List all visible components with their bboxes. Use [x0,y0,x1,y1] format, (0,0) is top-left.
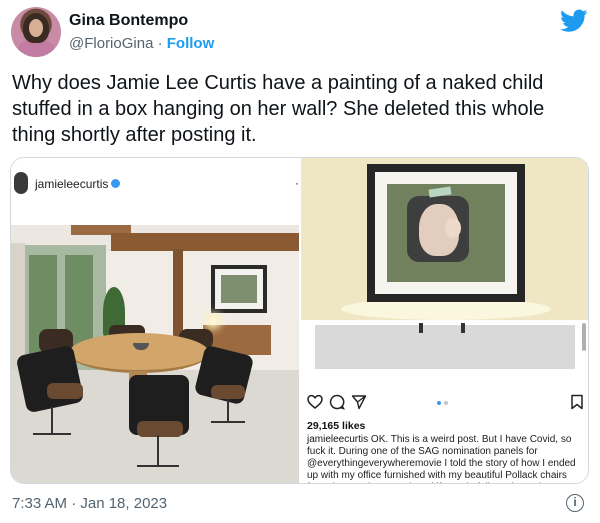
info-icon[interactable]: i [566,494,584,512]
carousel-dot [444,401,448,405]
chair-seat [47,383,83,399]
chair-leg [157,435,159,465]
media-left-image[interactable]: jamieleecurtis · [11,158,299,483]
chair-seat [137,421,183,437]
chair-foot [211,421,245,423]
ig-post-header: jamieleecurtis · [11,158,299,212]
lamp [209,317,217,325]
send-icon[interactable] [351,394,367,410]
chair-leg [51,407,53,433]
chair-foot [33,433,71,435]
heart-icon[interactable] [307,394,323,410]
scrollbar[interactable] [582,323,586,351]
tweet-timestamp[interactable]: 7:33 AM · Jan 18, 2023 [12,495,167,512]
painting-image [387,184,505,282]
avatar[interactable] [11,7,61,57]
ceiling-beam [111,233,299,251]
caption-username[interactable]: jamieleecurtis [307,434,368,445]
painting-figure-head [445,218,461,238]
carousel-dot-active [437,401,441,405]
ig-username-row: jamieleecurtis [35,177,121,191]
follow-button[interactable]: Follow [167,35,215,52]
painting-image-small [221,275,257,303]
next-photo-strip [315,325,575,369]
author-handle-row: @FlorioGina · Follow [69,35,214,52]
comment-icon[interactable] [329,394,345,410]
author-handle[interactable]: @FlorioGina [69,35,153,52]
verified-badge-icon [111,179,121,188]
handle-separator: · [157,35,163,52]
ig-avatar [14,172,28,194]
tweet-text: Why does Jamie Lee Curtis have a paintin… [12,72,545,146]
chair-leg [227,399,229,421]
tweet-media[interactable]: jamieleecurtis · 29,165 likes jamieleecu… [10,157,589,484]
chair-seat [211,385,245,399]
stand-leg [419,323,423,333]
curtain [11,243,25,373]
stand-leg [461,323,465,333]
carousel-indicator [437,401,467,407]
avatar-face [29,19,43,37]
ig-username: jamieleecurtis [35,177,109,191]
author-name[interactable]: Gina Bontempo [69,12,188,30]
round-table [69,333,209,373]
twitter-bird-icon[interactable] [560,9,588,33]
ig-caption: jamieleecurtis OK. This is a weird post.… [307,434,583,483]
likes-count[interactable]: 29,165 likes [307,420,365,432]
tweet-card: Gina Bontempo @FlorioGina · Follow Why d… [0,0,600,523]
bookmark-icon[interactable] [569,394,585,410]
dining-room-photo [11,225,299,483]
chair-foot [137,465,179,467]
media-right-image[interactable]: 29,165 likes jamieleecurtis OK. This is … [301,158,588,483]
chair [15,344,85,414]
